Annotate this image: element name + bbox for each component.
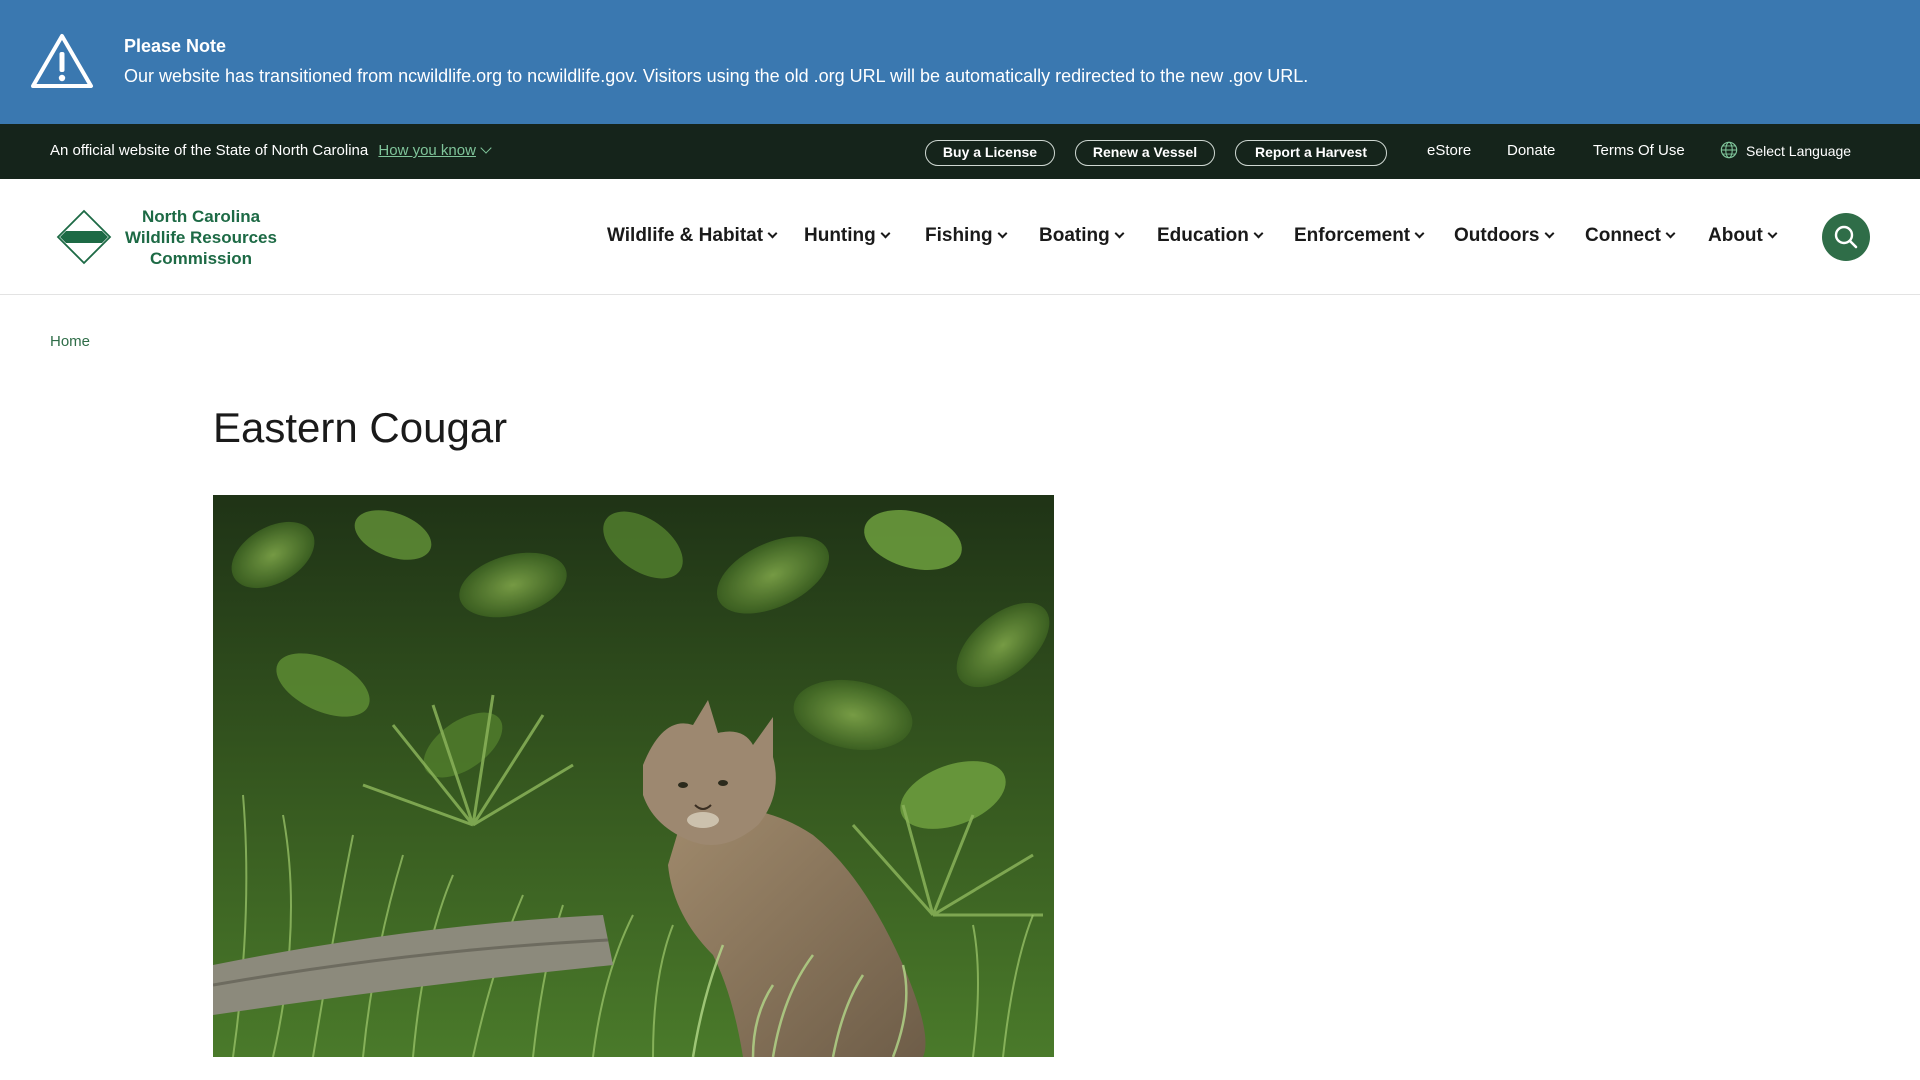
main-header: North Carolina Wildlife Resources Commis… <box>0 179 1920 295</box>
nav-education[interactable]: Education <box>1157 225 1264 247</box>
warning-icon <box>31 34 93 88</box>
select-language-link[interactable]: Select Language <box>1746 143 1851 159</box>
nav-label: Boating <box>1039 225 1110 246</box>
nav-label: About <box>1708 225 1763 246</box>
logo-wordmark[interactable]: North Carolina Wildlife Resources Commis… <box>116 206 286 269</box>
cougar-image <box>213 495 1054 1057</box>
nav-outdoors[interactable]: Outdoors <box>1454 225 1554 247</box>
nav-label: Wildlife & Habitat <box>607 225 764 246</box>
nav-label: Outdoors <box>1454 225 1540 246</box>
alert-title: Please Note <box>124 36 227 56</box>
search-icon <box>1834 225 1858 249</box>
cougar-photo <box>213 495 1054 1057</box>
how-you-know-label: How you know <box>378 142 476 159</box>
nav-label: Fishing <box>925 225 993 246</box>
estore-link[interactable]: eStore <box>1427 142 1471 159</box>
nav-boating[interactable]: Boating <box>1039 225 1125 247</box>
renew-vessel-button[interactable]: Renew a Vessel <box>1075 140 1215 166</box>
chevron-down-icon <box>1414 228 1425 239</box>
buy-license-button[interactable]: Buy a License <box>925 140 1055 166</box>
chevron-down-icon <box>880 228 891 239</box>
logo-line-2: Wildlife Resources <box>125 228 277 247</box>
ncwrc-logo-icon[interactable] <box>56 209 112 265</box>
nav-label: Enforcement <box>1294 225 1411 246</box>
search-button[interactable] <box>1822 213 1870 261</box>
official-site-text: An official website of the State of Nort… <box>50 142 369 159</box>
chevron-down-icon <box>1544 228 1554 239</box>
chevron-down-icon <box>1114 228 1125 239</box>
nav-label: Hunting <box>804 225 876 246</box>
globe-icon[interactable] <box>1720 141 1738 159</box>
nav-fishing[interactable]: Fishing <box>925 225 1008 247</box>
how-you-know-link[interactable]: How you know <box>378 142 492 159</box>
nav-label: Connect <box>1585 225 1661 246</box>
nav-about[interactable]: About <box>1708 225 1778 247</box>
terms-of-use-link[interactable]: Terms Of Use <box>1593 142 1685 159</box>
nav-enforcement[interactable]: Enforcement <box>1294 225 1425 247</box>
utility-bar: An official website of the State of Nort… <box>0 124 1920 179</box>
nav-connect[interactable]: Connect <box>1585 225 1676 247</box>
site-alert-banner: Please Note Our website has transitioned… <box>0 0 1920 124</box>
nav-label: Education <box>1157 225 1249 246</box>
chevron-down-icon <box>997 228 1008 239</box>
alert-message: Our website has transitioned from ncwild… <box>124 66 1309 86</box>
official-site-notice: An official website of the State of Nort… <box>50 142 492 159</box>
nav-wildlife-habitat[interactable]: Wildlife & Habitat <box>607 225 778 247</box>
chevron-down-icon <box>1665 228 1676 239</box>
logo-line-1: North Carolina <box>141 207 261 226</box>
chevron-down-icon <box>1767 228 1778 239</box>
nav-hunting[interactable]: Hunting <box>804 225 891 247</box>
logo-line-3: Commission <box>149 249 253 268</box>
report-harvest-button[interactable]: Report a Harvest <box>1235 140 1387 166</box>
page-title: Eastern Cougar <box>213 404 508 451</box>
chevron-down-icon <box>1253 228 1264 239</box>
donate-link[interactable]: Donate <box>1507 142 1555 159</box>
chevron-down-icon <box>767 228 778 239</box>
breadcrumb-home[interactable]: Home <box>50 333 90 350</box>
chevron-down-icon <box>480 142 492 154</box>
